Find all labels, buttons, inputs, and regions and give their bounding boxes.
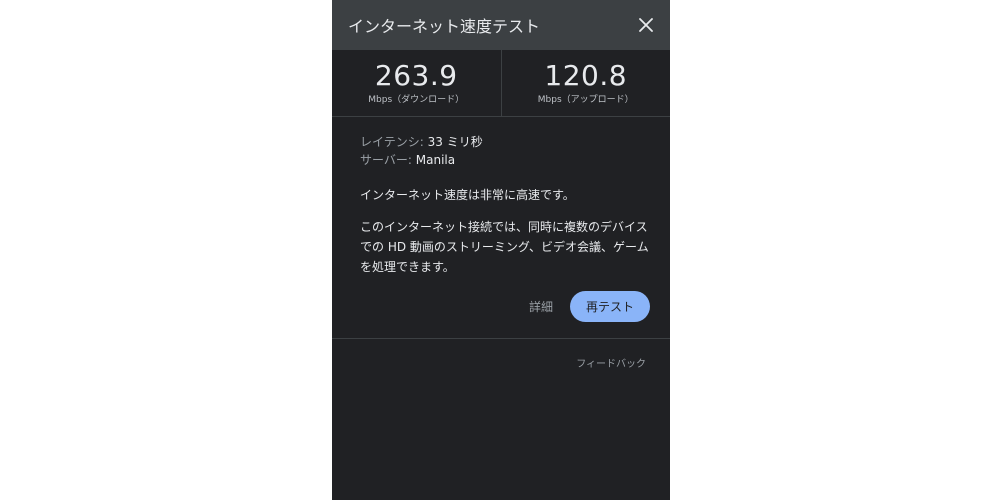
explanation-line-1: このインターネット接続では、同時に複数のデバイス: [360, 220, 648, 234]
latency-label: レイテンシ:: [360, 135, 424, 149]
explanation-line-2: での HD 動画のストリーミング、ビデオ会議、ゲーム: [360, 240, 649, 254]
result-details: レイテンシ: 33 ミリ秒 サーバー: Manila インターネット速度は非常に…: [332, 117, 670, 277]
download-result: 263.9 Mbps（ダウンロード）: [332, 50, 502, 116]
upload-speed-value: 120.8: [544, 59, 628, 92]
action-row: 詳細 再テスト: [332, 277, 670, 338]
explanation-line-3: を処理できます。: [360, 260, 455, 274]
download-speed-value: 263.9: [374, 59, 458, 92]
feedback-link[interactable]: フィードバック: [332, 339, 670, 370]
speed-explanation: このインターネット接続では、同時に複数のデバイス での HD 動画のストリーミン…: [360, 217, 650, 277]
upload-result: 120.8 Mbps（アップロード）: [502, 50, 671, 116]
latency-line: レイテンシ: 33 ミリ秒: [360, 133, 650, 151]
panel-header: インターネット速度テスト: [332, 0, 670, 50]
latency-value: 33 ミリ秒: [427, 135, 483, 149]
panel-title: インターネット速度テスト: [348, 17, 541, 36]
speed-test-panel: インターネット速度テスト 263.9 Mbps（ダウンロード） 120.8 Mb…: [332, 0, 670, 500]
server-label: サーバー:: [360, 153, 412, 167]
download-speed-unit: Mbps（ダウンロード）: [368, 95, 465, 105]
retest-button[interactable]: 再テスト: [569, 291, 650, 322]
server-line: サーバー: Manila: [360, 151, 650, 169]
upload-speed-unit: Mbps（アップロード）: [537, 95, 634, 105]
close-button[interactable]: [632, 11, 660, 39]
speed-summary: インターネット速度は非常に高速です。: [360, 188, 575, 202]
speed-results: 263.9 Mbps（ダウンロード） 120.8 Mbps（アップロード）: [332, 50, 670, 117]
close-icon: [639, 18, 653, 32]
details-button[interactable]: 詳細: [529, 298, 553, 315]
server-value: Manila: [415, 153, 456, 167]
